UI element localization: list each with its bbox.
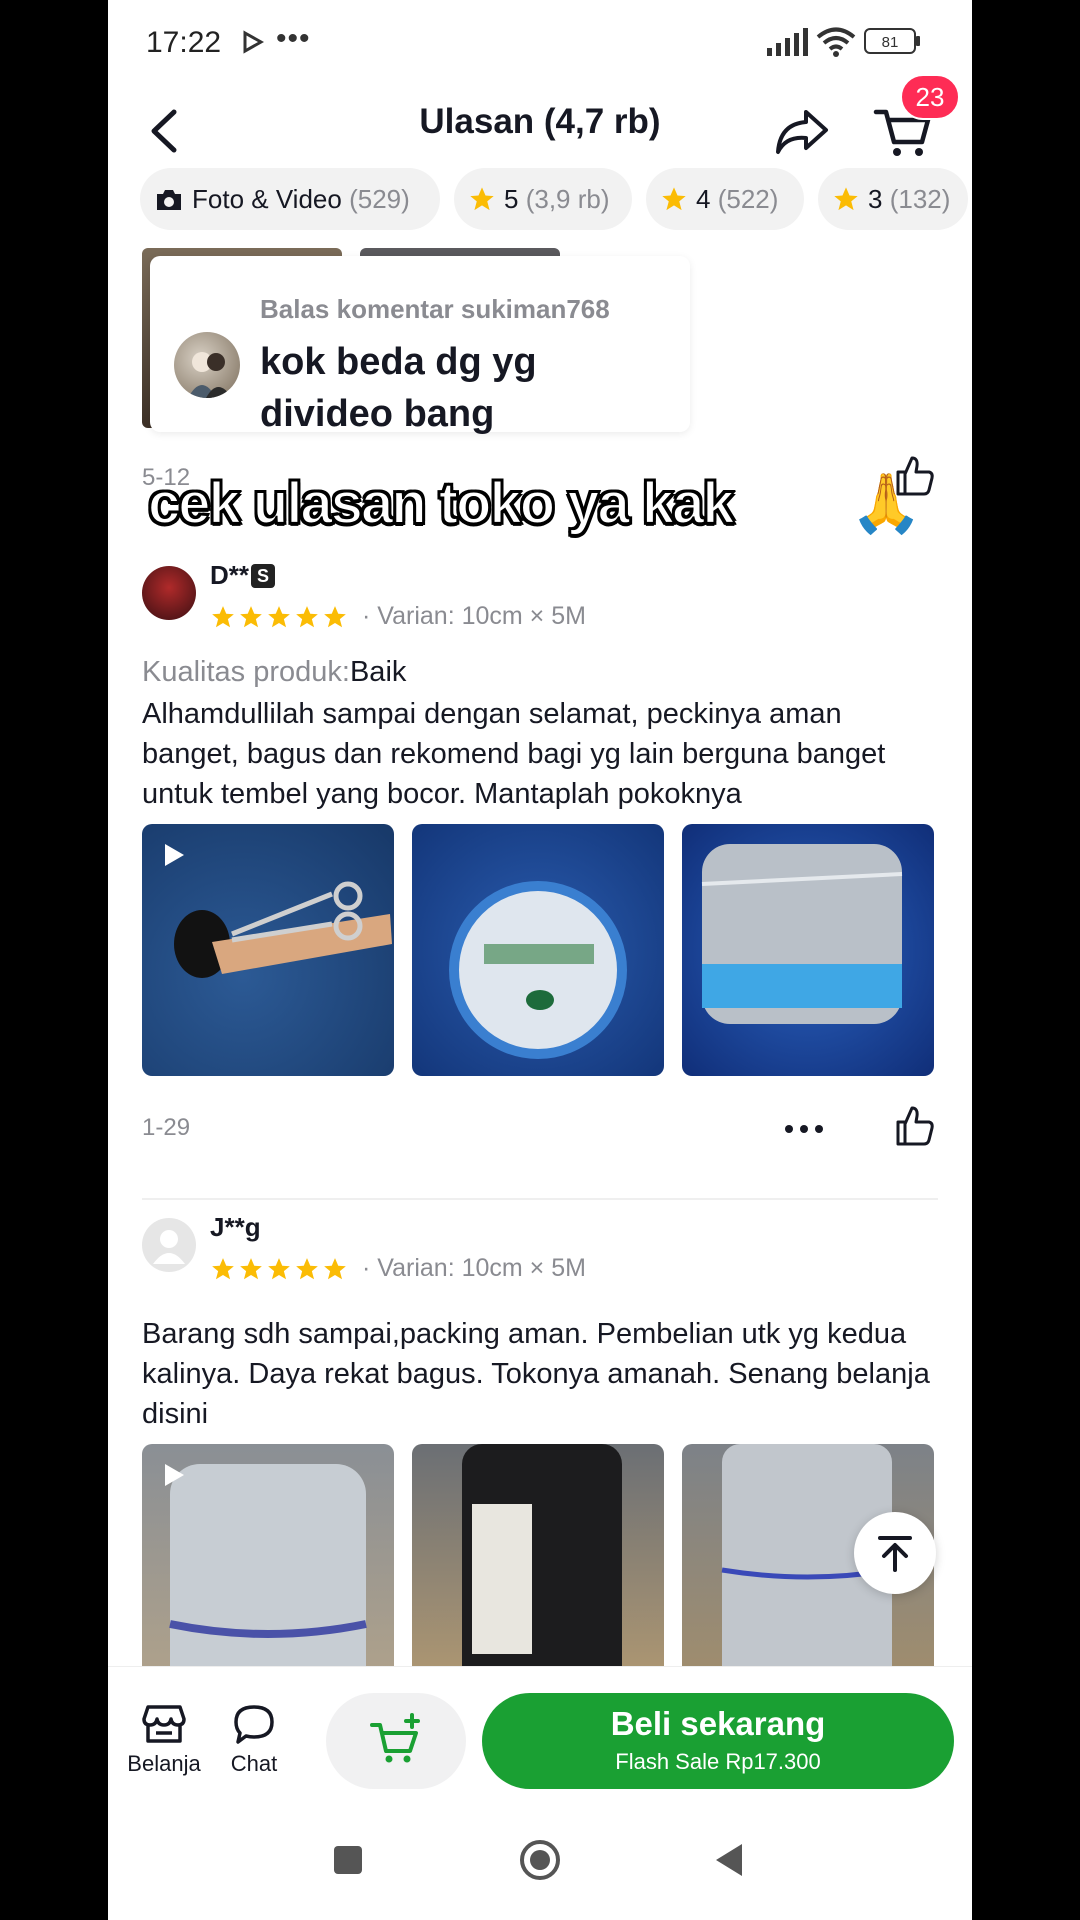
reviewer-name[interactable]: D** S <box>210 560 276 591</box>
header: Ulasan (4,7 rb) 23 Foto & Video (529) 5 … <box>108 74 972 240</box>
like-icon[interactable] <box>892 1104 936 1148</box>
variant-label: · Varian: 10cm × 5M <box>362 602 586 630</box>
star-rating <box>210 1256 350 1286</box>
star-icon <box>662 187 686 211</box>
reviewer-name[interactable]: J**g <box>210 1212 261 1243</box>
star-icon <box>470 187 494 211</box>
reviews-list[interactable]: Balas komentar sukiman768 kok beda dg yg… <box>108 248 972 1668</box>
cart-count-badge: 23 <box>900 74 960 120</box>
star-icon <box>268 606 290 628</box>
variant-text: Varian: 10cm × 5M <box>377 1254 586 1282</box>
filter-count: (522) <box>717 184 779 214</box>
arrow-up-icon <box>878 1536 912 1572</box>
status-more-dots: ••• <box>276 22 311 55</box>
filter-count: (529) <box>349 184 410 214</box>
filter-count: (3,9 rb) <box>525 184 610 214</box>
signal-icon <box>767 28 808 56</box>
more-options-icon[interactable] <box>782 1122 826 1136</box>
review-media <box>142 824 938 1076</box>
reply-text: kok beda dg yg divideo bang <box>260 341 537 435</box>
video-caption-overlay: cek ulasan toko ya kak <box>147 470 736 537</box>
review-item: J**g · Varian: 10cm × 5M Barang sdh samp… <box>142 1212 938 1668</box>
page-title: Ulasan (4,7 rb) <box>419 102 661 141</box>
chat-icon <box>234 1705 274 1744</box>
variant-text: Varian: 10cm × 5M <box>377 602 586 630</box>
recents-icon[interactable] <box>326 1838 370 1882</box>
filter-chips: Foto & Video (529) 5 (3,9 rb) 4 (522) 3 … <box>140 168 972 232</box>
play-icon <box>165 1464 184 1486</box>
filter-label: 3 <box>868 184 883 214</box>
status-bar: 17:22 ••• 81 <box>108 0 972 84</box>
share-icon[interactable] <box>772 98 832 164</box>
scroll-to-top-button[interactable] <box>854 1512 936 1594</box>
avatar[interactable] <box>142 1218 196 1272</box>
quality-value: Baik <box>349 656 407 688</box>
add-to-cart-button[interactable] <box>326 1693 466 1789</box>
media-video-thumbnail[interactable] <box>142 1444 394 1668</box>
star-icon <box>296 606 318 628</box>
chat-button[interactable]: Chat <box>214 1703 294 1777</box>
review-item: D** S · Varian: 10cm × 5M Kualitas produk… <box>142 560 938 1200</box>
star-rating <box>210 604 350 634</box>
star-icon <box>240 606 262 628</box>
phone-screen: 17:22 ••• 81 Ulasan (4,7 rb) 23 Foto & V… <box>108 0 972 1920</box>
avatar <box>174 332 240 398</box>
shop-button[interactable]: Belanja <box>124 1703 204 1777</box>
star-icon <box>212 1258 234 1280</box>
star-icon <box>324 606 346 628</box>
wifi-icon <box>816 27 856 57</box>
quality-label: Kualitas produk: <box>142 656 350 688</box>
filter-label: 4 <box>696 184 711 214</box>
media-thumbnail[interactable] <box>412 1444 664 1668</box>
star-icon <box>268 1258 290 1280</box>
filter-label: Foto & Video <box>192 184 342 214</box>
divider <box>142 1198 938 1200</box>
chat-label: Chat <box>230 1751 278 1776</box>
play-icon <box>165 844 184 866</box>
system-nav-bar <box>108 1796 972 1920</box>
filter-chip-3-star[interactable]: 3 (132) <box>818 168 968 230</box>
bottom-action-bar: Belanja Chat Beli sekarang Flash Sale Rp… <box>108 1666 972 1796</box>
add-cart-icon <box>370 1713 420 1763</box>
media-thumbnail[interactable] <box>412 824 664 1076</box>
reviewer-name-text: D** <box>210 560 250 590</box>
star-icon <box>240 1258 262 1280</box>
filter-label: 5 <box>504 184 519 214</box>
variant-label: · Varian: 10cm × 5M <box>362 1254 586 1282</box>
filter-count: (132) <box>889 184 951 214</box>
seller-badge: S <box>251 564 276 588</box>
battery-level: 81 <box>882 34 899 51</box>
reply-label: Balas komentar sukiman768 <box>260 294 610 324</box>
quality-row: Kualitas produk:Baik <box>142 656 406 689</box>
filter-chip-5-star[interactable]: 5 (3,9 rb) <box>454 168 632 230</box>
star-icon <box>834 187 858 211</box>
review-text: Alhamdullilah sampai dengan selamat, pec… <box>142 698 886 810</box>
back-nav-icon[interactable] <box>708 1838 752 1882</box>
review-text: Barang sdh sampai,packing aman. Pembelia… <box>142 1318 930 1430</box>
shop-icon <box>142 1705 186 1743</box>
media-video-thumbnail[interactable] <box>142 824 394 1076</box>
shop-label: Belanja <box>127 1751 201 1776</box>
battery-icon: 81 <box>864 28 920 54</box>
media-play-icon <box>243 30 264 54</box>
review-date: 1-29 <box>142 1114 191 1141</box>
camera-icon <box>157 190 181 210</box>
buy-now-label: Beli sekarang <box>610 1705 826 1742</box>
status-time: 17:22 <box>146 26 222 59</box>
buy-now-button[interactable]: Beli sekarang Flash Sale Rp17.300 <box>482 1693 954 1789</box>
filter-chip-4-star[interactable]: 4 (522) <box>646 168 804 230</box>
flash-sale-price: Flash Sale Rp17.300 <box>615 1749 821 1774</box>
review-media <box>142 1444 938 1668</box>
pray-emoji: 🙏 <box>850 471 923 536</box>
star-icon <box>296 1258 318 1280</box>
star-icon <box>324 1258 346 1280</box>
media-thumbnail[interactable] <box>682 824 934 1076</box>
avatar[interactable] <box>142 566 196 620</box>
filter-chip-photo-video[interactable]: Foto & Video (529) <box>140 168 440 230</box>
star-icon <box>212 606 234 628</box>
reply-popup: Balas komentar sukiman768 kok beda dg yg… <box>150 256 690 435</box>
home-icon[interactable] <box>518 1838 562 1882</box>
